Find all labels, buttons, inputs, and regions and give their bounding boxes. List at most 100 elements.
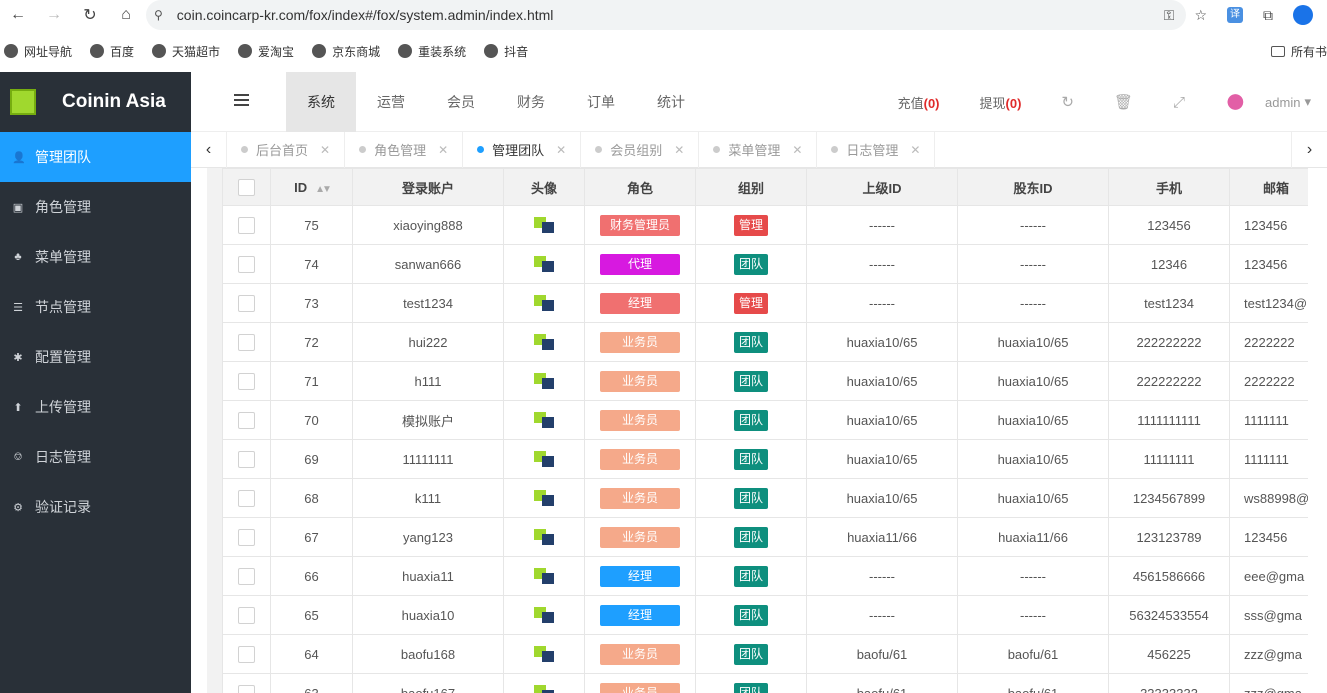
table-row: 74 sanwan666 代理 团队 ------ ------ 12346 123456: [222, 244, 1308, 284]
top-nav-item[interactable]: 订单: [566, 72, 636, 132]
top-nav-item[interactable]: 会员: [426, 72, 496, 132]
close-icon[interactable]: ✕: [320, 143, 330, 157]
close-icon[interactable]: ✕: [910, 143, 920, 157]
bookmark-item[interactable]: 京东商城: [312, 43, 380, 60]
withdraw-link[interactable]: 提现(0): [980, 93, 1022, 112]
row-checkbox[interactable]: [238, 606, 255, 624]
close-icon[interactable]: ✕: [792, 143, 802, 157]
trash-icon[interactable]: 🗑: [1114, 93, 1133, 111]
row-checkbox[interactable]: [238, 528, 255, 546]
row-checkbox[interactable]: [238, 450, 255, 468]
sidebar-item-4[interactable]: ✱ 配置管理: [0, 332, 191, 382]
bookmark-item[interactable]: 重装系统: [398, 43, 466, 60]
sidebar-item-0[interactable]: 👤 管理团队: [0, 132, 191, 182]
translate-icon[interactable]: 译: [1227, 7, 1243, 23]
table-row: 70 模拟账户 业务员 团队 huaxia10/65 huaxia10/65 1111111…: [222, 400, 1308, 440]
tabs-prev-icon[interactable]: ‹: [191, 131, 227, 168]
column-header: 组别: [695, 168, 807, 206]
top-nav-item[interactable]: 运营: [356, 72, 426, 132]
top-nav-item[interactable]: 统计: [636, 72, 706, 132]
sidebar-item-2[interactable]: ♣ 菜单管理: [0, 232, 191, 282]
select-all-checkbox[interactable]: [238, 178, 255, 196]
sidebar-item-label: 上传管理: [35, 399, 91, 415]
back-icon[interactable]: ←: [0, 6, 36, 24]
recharge-link[interactable]: 充值(0): [898, 93, 940, 112]
sidebar-item-3[interactable]: ☰ 节点管理: [0, 282, 191, 332]
close-icon[interactable]: ✕: [674, 143, 684, 157]
sidebar-item-5[interactable]: ⬆ 上传管理: [0, 382, 191, 432]
sidebar-item-6[interactable]: ⎊ 日志管理: [0, 432, 191, 482]
logo-icon: [10, 89, 36, 115]
tab-item[interactable]: 菜单管理 ✕: [699, 131, 818, 168]
address-bar[interactable]: ⚲ coin.coincarp-kr.com/fox/index#/fox/sy…: [146, 0, 1186, 30]
cell-account: baofu168: [352, 634, 504, 674]
logo[interactable]: Coinin Asia: [0, 72, 191, 132]
bookmark-item[interactable]: 网址导航: [4, 43, 72, 60]
cell-avatar: [503, 634, 585, 674]
cell-phone: 1111111111: [1108, 400, 1230, 440]
forward-icon[interactable]: →: [36, 6, 72, 24]
column-header[interactable]: ID ▲▼: [270, 168, 353, 206]
cell-role: 业务员: [584, 673, 696, 693]
row-select-cell: [222, 595, 271, 635]
row-checkbox[interactable]: [238, 216, 255, 234]
top-nav-item[interactable]: 财务: [496, 72, 566, 132]
cell-group: 团队: [695, 439, 807, 479]
row-checkbox[interactable]: [238, 255, 255, 273]
tab-item[interactable]: 后台首页 ✕: [227, 131, 346, 168]
row-checkbox[interactable]: [238, 333, 255, 351]
menu-toggle-icon[interactable]: [234, 94, 249, 106]
fullscreen-icon[interactable]: ⤢: [1173, 94, 1185, 111]
row-checkbox[interactable]: [238, 411, 255, 429]
row-select-cell: [222, 400, 271, 440]
row-checkbox[interactable]: [238, 489, 255, 507]
tab-dot-icon: [831, 146, 839, 153]
globe-icon: [312, 44, 327, 58]
star-icon[interactable]: ☆: [1194, 7, 1207, 24]
row-checkbox[interactable]: [238, 567, 255, 585]
bookmark-item[interactable]: 爱淘宝: [238, 43, 294, 60]
refresh-icon[interactable]: ↻: [1061, 93, 1074, 111]
row-checkbox[interactable]: [238, 294, 255, 312]
top-nav-item[interactable]: 系统: [286, 72, 356, 132]
tab-item[interactable]: 角色管理 ✕: [345, 131, 464, 168]
role-badge: 业务员: [600, 409, 680, 431]
extensions-icon[interactable]: ⧉: [1263, 7, 1273, 24]
row-checkbox[interactable]: [238, 684, 255, 693]
avatar-icon: [534, 373, 554, 390]
bookmark-item[interactable]: 百度: [90, 43, 134, 60]
avatar-icon: [534, 685, 554, 693]
row-checkbox[interactable]: [238, 645, 255, 663]
close-icon[interactable]: ✕: [556, 143, 566, 157]
role-badge: 经理: [600, 565, 680, 587]
column-header-label: 股东ID: [1013, 180, 1053, 196]
tab-item[interactable]: 会员组别 ✕: [581, 131, 700, 168]
role-badge: 业务员: [600, 448, 680, 470]
cell-phone: 222222222: [1108, 361, 1230, 401]
row-checkbox[interactable]: [238, 372, 255, 390]
globe-icon: [238, 44, 253, 58]
key-icon[interactable]: ⚿: [1164, 7, 1175, 24]
site-info-icon[interactable]: ⚲: [154, 8, 163, 22]
user-menu[interactable]: admin ▾: [1225, 91, 1311, 113]
cell-phone: 1234567899: [1108, 478, 1230, 518]
cell-holder-id: huaxia10/65: [957, 322, 1109, 362]
sidebar-item-7[interactable]: ⚙ 验证记录: [0, 482, 191, 532]
cell-id: 70: [270, 400, 353, 440]
tab-item[interactable]: 管理团队 ✕: [463, 131, 582, 168]
tab-dot-icon: [595, 146, 603, 153]
bookmark-item[interactable]: 天猫超市: [152, 43, 220, 60]
role-badge: 业务员: [600, 643, 680, 665]
cell-holder-id: huaxia10/65: [957, 478, 1109, 518]
sort-icon[interactable]: ▲▼: [315, 184, 332, 195]
tabs-next-icon[interactable]: ›: [1291, 131, 1327, 168]
bookmark-item[interactable]: 抖音: [484, 43, 528, 60]
cell-email: 123456: [1229, 205, 1308, 245]
reload-icon[interactable]: ↻: [72, 5, 108, 25]
tab-item[interactable]: 日志管理 ✕: [817, 131, 936, 168]
sidebar-item-1[interactable]: ▣ 角色管理: [0, 182, 191, 232]
close-icon[interactable]: ✕: [438, 143, 448, 157]
profile-avatar[interactable]: [1293, 5, 1313, 25]
all-bookmarks-folder[interactable]: 所有书: [1270, 43, 1327, 60]
home-icon[interactable]: ⌂: [108, 6, 144, 24]
